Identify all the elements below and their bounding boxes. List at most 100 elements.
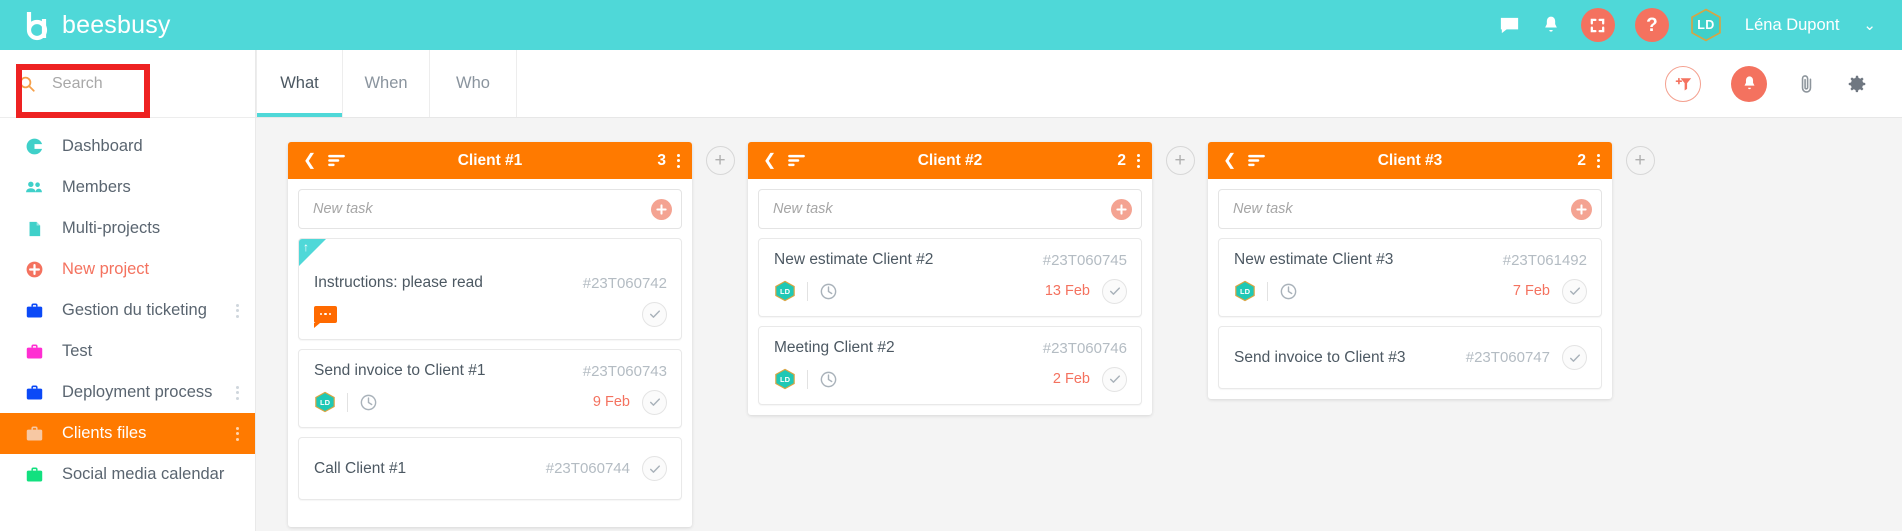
avatar[interactable]: LD [1689,8,1723,42]
task-title: Send invoice to Client #3 [1234,348,1406,366]
view-toolbar: What When Who [256,50,1902,118]
new-task-input[interactable] [773,201,1111,217]
clock-icon[interactable] [359,393,378,412]
collapse-column-icon[interactable]: ❮ [1220,152,1239,169]
sidebar-item-test[interactable]: Test [0,331,255,372]
user-name-label[interactable]: Léna Dupont [1745,16,1840,35]
tab-when[interactable]: When [343,50,430,117]
new-task-row[interactable] [758,189,1142,229]
assignee-avatar[interactable]: LD [1234,280,1256,302]
attachment-icon[interactable] [1797,72,1816,96]
divider [807,281,808,301]
column-menu-icon[interactable] [1597,153,1600,168]
complete-task-button[interactable] [1562,345,1587,370]
task-card-meta: LD 7 Feb [1234,278,1587,304]
new-task-row[interactable] [1218,189,1602,229]
task-card[interactable]: New estimate Client #3 #23T061492 LD 7 F… [1218,238,1602,317]
header-actions: ? LD Léna Dupont ⌄ [1498,8,1902,42]
chevron-down-icon[interactable]: ⌄ [1863,16,1876,34]
sidebar-item-menu-icon[interactable] [236,303,239,318]
assignee-avatar[interactable]: LD [314,391,336,413]
app-logo[interactable]: beesbusy [0,8,171,42]
complete-task-button[interactable] [1102,278,1127,304]
tab-label: Who [456,74,490,92]
briefcase-icon [24,301,44,321]
sort-icon[interactable] [788,154,806,167]
task-card[interactable]: Meeting Client #2 #23T060746 LD 2 Feb [758,326,1142,405]
task-card[interactable]: ↑ Instructions: please read #23T060742 [298,238,682,340]
sort-icon[interactable] [328,154,346,167]
task-title: New estimate Client #2 [774,251,934,268]
add-task-button[interactable] [1571,198,1592,220]
fullscreen-icon[interactable] [1580,8,1615,42]
collapse-column-icon[interactable]: ❮ [300,152,319,169]
complete-task-button[interactable] [642,389,667,415]
assignee-initials: LD [780,374,790,384]
add-column-button[interactable]: + [1165,146,1195,175]
sidebar-item-members[interactable]: Members [0,167,255,208]
assignee-avatar[interactable]: LD [774,368,796,390]
comment-icon[interactable] [314,305,337,328]
complete-task-button[interactable] [1102,366,1127,392]
add-task-button[interactable] [1111,198,1132,220]
sidebar-item-gestion-du-ticketing[interactable]: Gestion du ticketing [0,290,255,331]
settings-gear-icon[interactable] [1846,73,1868,95]
task-card-main: New estimate Client #3 #23T061492 [1234,251,1587,269]
new-task-row[interactable] [298,189,682,229]
add-column-button[interactable]: + [1625,146,1655,175]
sidebar-item-new-project[interactable]: New project [0,249,255,290]
task-card[interactable]: New estimate Client #2 #23T060745 LD 13 … [758,238,1142,317]
sidebar-item-social-media-calendar[interactable]: Social media calendar [0,454,255,495]
complete-task-button[interactable] [1562,278,1587,304]
task-card-main: Send invoice to Client #1 #23T060743 [314,362,667,380]
task-card-main: Send invoice to Client #3 #23T060747 [1234,345,1587,370]
assignee-avatar[interactable]: LD [774,280,796,302]
beesbusy-logo-icon [22,8,56,42]
toolbar-actions [1665,50,1902,117]
notification-bell-icon[interactable] [1731,65,1767,102]
complete-task-button[interactable] [642,456,667,481]
sort-icon[interactable] [1248,154,1266,167]
add-filter-icon[interactable] [1665,65,1701,102]
add-task-button[interactable] [651,198,672,220]
new-task-input[interactable] [1233,201,1571,217]
tab-who[interactable]: Who [430,50,517,117]
sidebar-item-multi-projects[interactable]: Multi-projects [0,208,255,249]
help-icon[interactable]: ? [1634,8,1669,42]
task-id: #23T060744 [545,460,630,477]
column-menu-icon[interactable] [677,153,680,168]
task-card-meta: LD 9 Feb [314,389,667,415]
add-column-button[interactable]: + [705,146,735,175]
task-card-main: Meeting Client #2 #23T060746 [774,339,1127,357]
tab-what[interactable]: What [256,50,343,117]
task-id: #23T060742 [582,274,667,292]
search-input[interactable] [52,74,202,93]
document-icon [24,219,44,239]
sidebar-item-deployment-process[interactable]: Deployment process [0,372,255,413]
clock-icon[interactable] [819,282,838,301]
column-task-count: 2 [1117,151,1126,169]
task-card[interactable]: Send invoice to Client #3 #23T060747 [1218,326,1602,389]
clock-icon[interactable] [819,370,838,389]
task-title: Send invoice to Client #1 [314,362,486,379]
clock-icon[interactable] [1279,282,1298,301]
sidebar-item-clients-files[interactable]: Clients files [0,413,255,454]
sidebar-item-menu-icon[interactable] [236,385,239,400]
column-menu-icon[interactable] [1137,153,1140,168]
sidebar-item-label: Dashboard [62,137,143,155]
sidebar-item-label: Gestion du ticketing [62,301,207,319]
task-card-main: Call Client #1 #23T060744 [314,456,667,481]
column-header: ❮ Client #3 2 [1208,142,1612,179]
new-task-input[interactable] [313,201,651,217]
chat-icon[interactable] [1498,14,1521,37]
task-card[interactable]: Call Client #1 #23T060744 [298,437,682,500]
sidebar-item-dashboard[interactable]: Dashboard [0,126,255,167]
task-id: #23T060747 [1465,349,1550,366]
kanban-board: ❮ Client #1 3 ↑ [256,118,1902,531]
bell-icon[interactable] [1541,14,1561,36]
complete-task-button[interactable] [642,301,667,327]
sidebar-item-menu-icon[interactable] [236,426,239,441]
collapse-column-icon[interactable]: ❮ [760,152,779,169]
task-card[interactable]: Send invoice to Client #1 #23T060743 LD … [298,349,682,428]
briefcase-icon [24,383,44,403]
